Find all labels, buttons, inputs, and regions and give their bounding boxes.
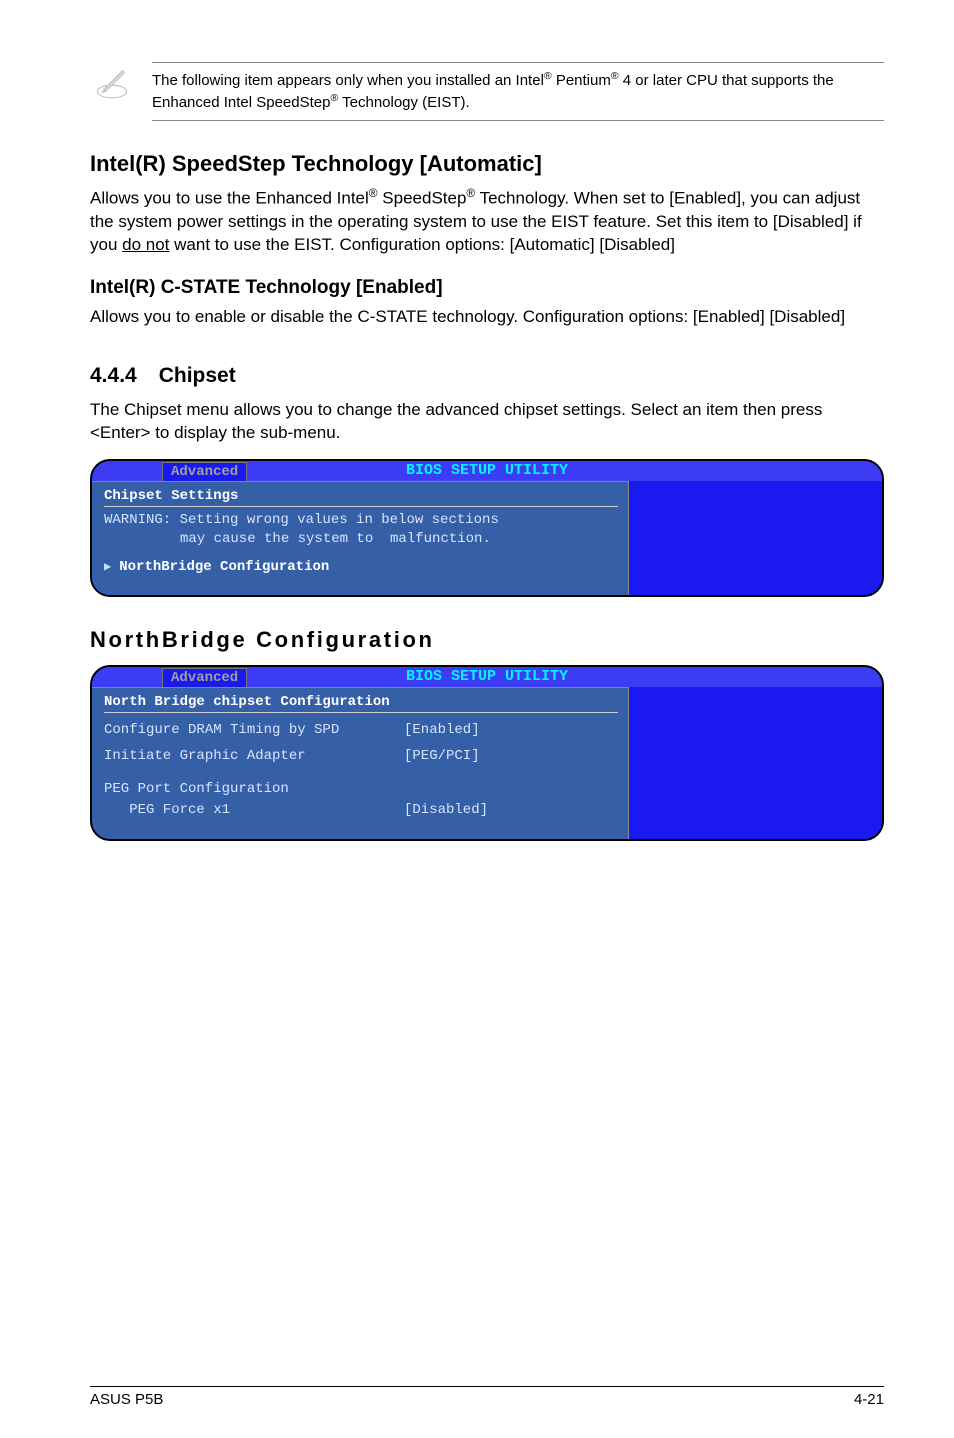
bios2-row-2: PEG Port Configuration: [104, 776, 618, 803]
triangle-right-icon: ▶: [104, 559, 111, 574]
bios-panel-northbridge: BIOS SETUP UTILITY Advanced North Bridge…: [90, 665, 884, 842]
note-block: The following item appears only when you…: [90, 60, 884, 127]
bios2-row-1[interactable]: Initiate Graphic Adapter [PEG/PCI]: [104, 743, 618, 770]
northbridge-heading: NorthBridge Configuration: [90, 627, 884, 653]
bios2-row-0[interactable]: Configure DRAM Timing by SPD [Enabled]: [104, 717, 618, 744]
footer-left: ASUS P5B: [90, 1391, 163, 1408]
bios-tab-advanced: Advanced: [162, 668, 247, 687]
bios1-warn2: may cause the system to malfunction.: [104, 530, 618, 549]
section-title: Chipset: [159, 364, 236, 388]
bios1-warn1: WARNING: Setting wrong values in below s…: [104, 511, 618, 530]
bios-tab-advanced: Advanced: [162, 462, 247, 481]
pencil-note-icon: [90, 60, 134, 102]
bios1-nb-item[interactable]: ▶ NorthBridge Configuration: [104, 559, 618, 575]
footer-right: 4-21: [854, 1391, 884, 1408]
chipset-body: The Chipset menu allows you to change th…: [90, 398, 884, 445]
bios1-section: Chipset Settings: [104, 488, 618, 504]
note-text: The following item appears only when you…: [152, 60, 884, 127]
bios2-section: North Bridge chipset Configuration: [104, 694, 618, 710]
bios-title: BIOS SETUP UTILITY: [406, 462, 568, 479]
bios-title: BIOS SETUP UTILITY: [406, 668, 568, 685]
section-4-4-4-header: 4.4.4 Chipset: [90, 364, 884, 388]
bios-panel-chipset: BIOS SETUP UTILITY Advanced Chipset Sett…: [90, 459, 884, 597]
speedstep-body: Allows you to use the Enhanced Intel® Sp…: [90, 185, 884, 257]
cstate-body: Allows you to enable or disable the C-ST…: [90, 305, 884, 328]
page-footer: ASUS P5B 4-21: [0, 1386, 954, 1408]
cstate-heading: Intel(R) C-STATE Technology [Enabled]: [90, 277, 884, 299]
bios2-row-3[interactable]: PEG Force x1 [Disabled]: [104, 802, 618, 819]
speedstep-heading: Intel(R) SpeedStep Technology [Automatic…: [90, 151, 884, 177]
section-number: 4.4.4: [90, 364, 137, 388]
